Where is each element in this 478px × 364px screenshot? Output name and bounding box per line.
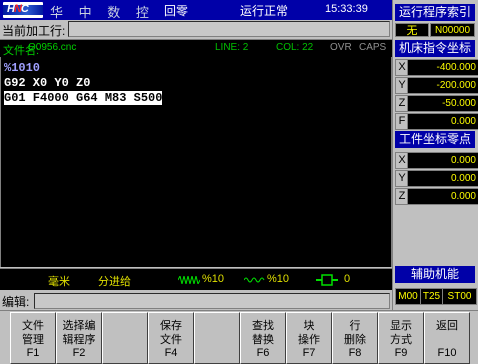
tool-value: 0 [344,273,351,285]
machine-axis-value: -50.000 [407,95,478,112]
edit-label: 编辑: [2,295,30,309]
block-operation-button[interactable]: 块 操作 F7 [286,312,332,364]
fkey-line1: 返回 [436,320,458,332]
code-line-selected[interactable]: G01 F4000 G64 M83 S500 [4,91,163,105]
m-code: M00 [395,288,421,305]
fkey-line2: 操作 [298,334,320,346]
machine-status-bar: 毫米 分进给 %10 %10 0 [0,268,392,290]
caps-indicator: CAPS [359,42,387,53]
run-status: 运行正常 [240,4,289,18]
fkey-number: F9 [394,347,408,359]
fkey-line2: 删除 [344,334,366,346]
machine-axis-value: 0.000 [407,113,478,130]
spindle-override: %10 [267,273,290,285]
delete-line-button[interactable]: 行 删除 F8 [332,312,378,364]
program-index-none: 无 [395,23,429,37]
feed-mode: 分进给 [98,276,131,288]
program-index-title: 运行程序索引 [395,4,475,21]
feed-override-icon [178,276,200,284]
current-line-field [68,21,390,37]
current-line-label: 当前加工行: [2,24,66,38]
program-editor[interactable]: %1010 G92 X0 Y0 Z0 G01 F4000 G64 M83 S50… [0,57,392,267]
work-axis-value: 0.000 [407,152,478,169]
fkey-line2: 方式 [390,334,412,346]
find-replace-button[interactable]: 查找 替换 F6 [240,312,286,364]
machine-axis-value: -400.000 [407,59,478,76]
s-code: ST00 [442,288,477,305]
code-line[interactable]: G92 X0 Y0 Z0 [4,76,90,90]
fkey-line2: 替换 [252,334,274,346]
program-index-number: N00000 [430,23,475,37]
fkey-number: F8 [348,347,362,359]
cursor-column: COL: 22 [276,42,314,53]
unit-indicator: 毫米 [48,276,70,288]
empty-f5-button[interactable] [194,312,240,364]
fkey-number: F1 [26,347,40,359]
fkey-number: F6 [256,347,270,359]
empty-f3-button[interactable] [102,312,148,364]
fkey-number: F2 [72,347,86,359]
machine-axis-value: -200.000 [407,77,478,94]
hnc-logo-icon: HNC [3,2,43,18]
spindle-override-icon [244,277,265,283]
edit-input[interactable] [34,293,390,309]
save-file-button[interactable]: 保存 文件 F4 [148,312,194,364]
select-program-button[interactable]: 选择编 辑程序 F2 [56,312,102,364]
back-button[interactable]: 返回 F10 [424,312,470,364]
fkey-line2: 管理 [22,334,44,346]
fkey-number: F7 [302,347,316,359]
fkey-number: F4 [164,347,178,359]
file-info-bar: 文件名: O0956.cnc LINE: 2 COL: 22 OVR CAPS [0,39,392,57]
tool-icon [316,274,338,286]
work-zero-title: 工件坐标零点 [395,131,475,148]
code-line[interactable]: %1010 [4,61,40,75]
feed-override: %10 [202,273,225,285]
aux-function-title: 辅助机能 [395,266,475,283]
t-code: T25 [420,288,443,305]
work-axis-value: 0.000 [407,188,478,205]
clock: 15:33:39 [325,3,368,15]
file-name: O0956.cnc [28,42,77,53]
fkey-line2: 辑程序 [62,334,96,346]
work-axis-value: 0.000 [407,170,478,187]
overwrite-indicator: OVR [330,42,352,53]
file-manage-button[interactable]: 文件 管理 F1 [10,312,56,364]
fkey-number: F10 [437,347,457,359]
machine-coord-title: 机床指令坐标 [395,40,475,57]
company-name: 华 中 数 控 [50,5,155,20]
fkey-line2: 文件 [160,334,182,346]
display-mode-button[interactable]: 显示 方式 F9 [378,312,424,364]
operation-mode: 回零 [164,4,189,18]
cursor-line: LINE: 2 [215,42,249,53]
